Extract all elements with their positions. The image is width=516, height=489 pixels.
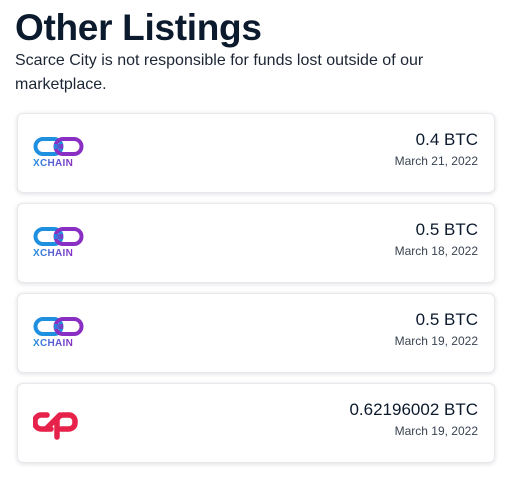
listing-card[interactable]: XCHAIN 0.4 BTC March 21, 2022 xyxy=(17,113,495,193)
disclaimer-text: Scarce City is not responsible for funds… xyxy=(15,52,424,93)
counterparty-logo-icon xyxy=(33,406,85,440)
listings-list: XCHAIN 0.4 BTC March 21, 2022 XCHAIN 0.5… xyxy=(17,113,495,473)
listing-date: March 21, 2022 xyxy=(394,154,478,168)
xchain-logo-text: XCHAIN xyxy=(33,158,74,169)
listing-date: March 19, 2022 xyxy=(394,424,478,438)
listing-price: 0.4 BTC xyxy=(415,130,478,149)
listing-card[interactable]: 0.62196002 BTC March 19, 2022 xyxy=(17,383,495,463)
page-title: Other Listings xyxy=(15,7,262,48)
listing-date: March 19, 2022 xyxy=(394,334,478,348)
xchain-logo-icon: XCHAIN xyxy=(33,136,85,170)
listing-card[interactable]: XCHAIN 0.5 BTC March 19, 2022 xyxy=(17,293,495,373)
listing-card[interactable]: XCHAIN 0.5 BTC March 18, 2022 xyxy=(17,203,495,283)
listing-price: 0.62196002 BTC xyxy=(349,400,478,419)
listing-price: 0.5 BTC xyxy=(415,220,478,239)
xchain-logo-text: XCHAIN xyxy=(33,338,74,349)
listing-date: March 18, 2022 xyxy=(394,244,478,258)
xchain-logo-text: XCHAIN xyxy=(33,248,74,259)
xchain-logo-icon: XCHAIN xyxy=(33,316,85,350)
listing-price: 0.5 BTC xyxy=(415,310,478,329)
xchain-logo-icon: XCHAIN xyxy=(33,226,85,260)
